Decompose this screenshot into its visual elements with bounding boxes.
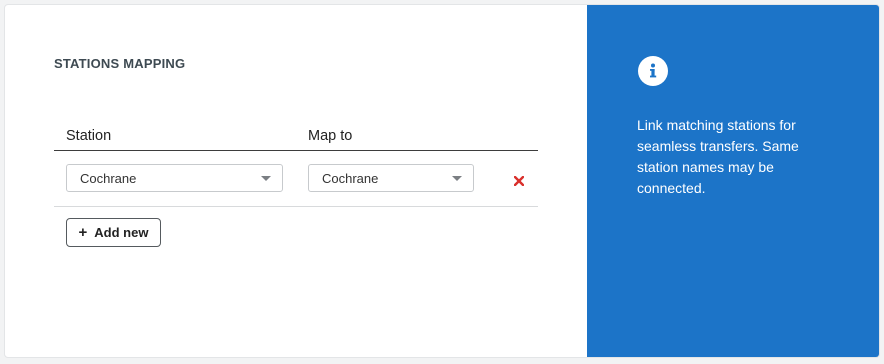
map-to-select-value: Cochrane <box>322 171 379 186</box>
station-select[interactable]: Cochrane <box>66 164 283 192</box>
add-new-label: Add new <box>94 225 149 240</box>
column-header-station: Station <box>66 128 112 144</box>
caret-down-icon <box>261 176 271 181</box>
remove-row-button[interactable] <box>510 172 528 190</box>
info-text: Link matching stations for seamless tran… <box>637 117 799 196</box>
station-select-value: Cochrane <box>80 171 137 186</box>
info-glyph <box>650 63 657 78</box>
plus-icon: + <box>78 224 88 241</box>
close-x-icon <box>514 176 524 186</box>
mapping-panel: STATIONS MAPPING Station Map to Cochrane… <box>5 5 587 357</box>
stations-mapping-card: STATIONS MAPPING Station Map to Cochrane… <box>4 4 880 358</box>
table-row: Cochrane Cochrane <box>54 151 538 207</box>
column-header-map-to: Map to <box>308 128 353 144</box>
table-header: Station Map to <box>54 126 538 151</box>
map-to-select[interactable]: Cochrane <box>308 164 474 192</box>
caret-down-icon <box>452 176 462 181</box>
info-panel: Link matching stations for seamless tran… <box>587 5 879 357</box>
info-circle-icon <box>638 56 668 86</box>
add-new-button[interactable]: + Add new <box>66 218 161 247</box>
section-title: STATIONS MAPPING <box>54 56 186 71</box>
